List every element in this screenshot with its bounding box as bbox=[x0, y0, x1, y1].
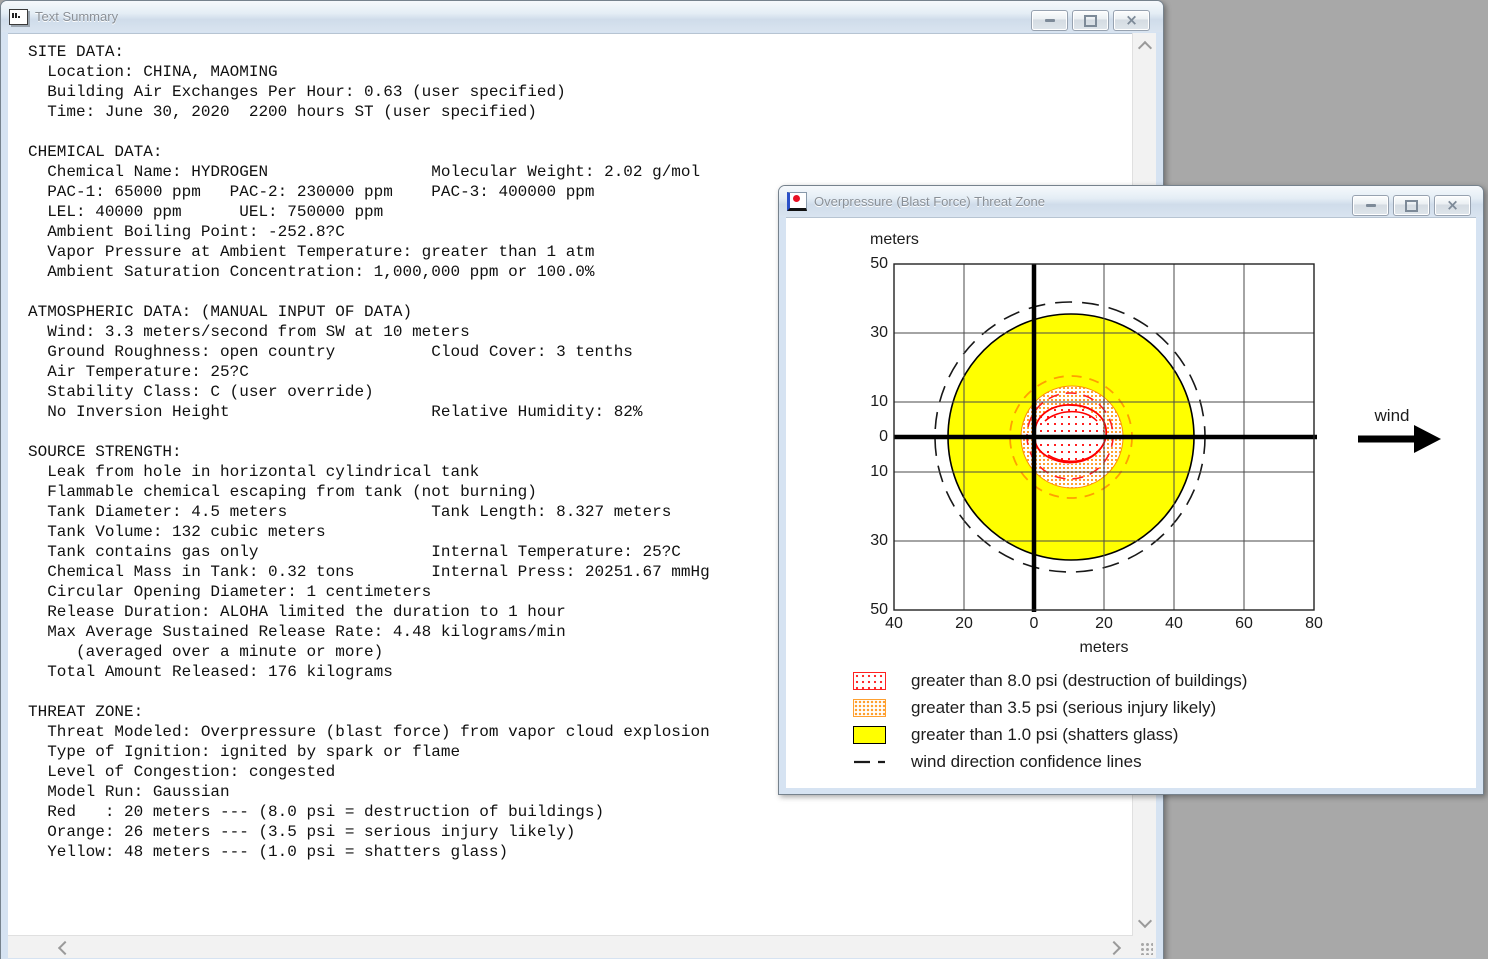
minimize-icon bbox=[1365, 204, 1376, 207]
legend-item-yellow: greater than 1.0 psi (shatters glass) bbox=[853, 725, 1247, 744]
x-tick-label: 60 bbox=[1235, 615, 1253, 632]
threat-zone-title: Overpressure (Blast Force) Threat Zone bbox=[814, 194, 1045, 209]
orange-zone-swatch bbox=[853, 698, 886, 717]
maximize-button[interactable] bbox=[1072, 10, 1109, 31]
x-tick-label: 40 bbox=[1165, 615, 1183, 632]
wind-label: wind bbox=[1374, 406, 1410, 425]
scrollbar-corner bbox=[1133, 936, 1156, 958]
y-tick-label: 10 bbox=[870, 393, 888, 410]
resize-grip[interactable] bbox=[1140, 942, 1153, 955]
x-tick-label: 0 bbox=[1029, 615, 1039, 632]
x-axis-unit-label: meters bbox=[1079, 639, 1129, 656]
legend-label: wind direction confidence lines bbox=[911, 751, 1142, 771]
minimize-button[interactable] bbox=[1352, 195, 1389, 216]
x-tick-label: 20 bbox=[955, 615, 973, 632]
x-tick-label: 20 bbox=[1095, 615, 1113, 632]
close-icon: × bbox=[1446, 196, 1459, 214]
text-summary-title: Text Summary bbox=[35, 9, 119, 24]
scroll-left-icon[interactable] bbox=[57, 940, 73, 956]
text-summary-titlebar[interactable]: Text Summary × bbox=[1, 1, 1163, 32]
minimize-icon bbox=[1044, 19, 1055, 22]
y-tick-label: 50 bbox=[870, 255, 888, 272]
red-zone-swatch bbox=[853, 671, 886, 690]
scroll-down-icon[interactable] bbox=[1137, 913, 1153, 929]
wind-arrow-icon bbox=[1358, 425, 1441, 453]
legend-item-red: greater than 8.0 psi (destruction of bui… bbox=[853, 671, 1247, 690]
threat-zone-titlebar[interactable]: Overpressure (Blast Force) Threat Zone × bbox=[779, 186, 1483, 217]
y-tick-label: 10 bbox=[870, 463, 888, 480]
y-tick-label: 0 bbox=[879, 428, 888, 445]
desktop-background: Text Summary × SITE DATA: Location: CHIN… bbox=[0, 0, 1488, 959]
chart-legend: greater than 8.0 psi (destruction of bui… bbox=[853, 671, 1247, 779]
y-axis-unit-label: meters bbox=[870, 231, 919, 248]
threat-zone-window: Overpressure (Blast Force) Threat Zone × bbox=[778, 185, 1484, 795]
maximize-icon bbox=[1084, 14, 1097, 27]
close-icon: × bbox=[1125, 11, 1138, 29]
yellow-zone-swatch bbox=[853, 725, 886, 744]
x-tick-label: 40 bbox=[885, 615, 903, 632]
x-tick-label: 80 bbox=[1305, 615, 1323, 632]
legend-label: greater than 1.0 psi (shatters glass) bbox=[911, 724, 1179, 744]
maximize-icon bbox=[1405, 199, 1418, 212]
y-tick-label: 30 bbox=[870, 324, 888, 341]
legend-item-orange: greater than 3.5 psi (serious injury lik… bbox=[853, 698, 1247, 717]
close-button[interactable]: × bbox=[1434, 195, 1471, 216]
text-summary-window-icon bbox=[9, 8, 28, 25]
text-summary-text: SITE DATA: Location: CHINA, MAOMING Buil… bbox=[28, 43, 710, 861]
y-tick-label: 30 bbox=[870, 532, 888, 549]
scroll-up-icon[interactable] bbox=[1137, 40, 1153, 56]
horizontal-scrollbar[interactable] bbox=[8, 935, 1133, 958]
close-button[interactable]: × bbox=[1113, 10, 1150, 31]
threat-zone-window-icon bbox=[787, 192, 807, 211]
threat-zone-plot-area: meters meters 50 30 10 0 10 30 50 40 20 … bbox=[786, 217, 1476, 788]
legend-item-wind-confidence: wind direction confidence lines bbox=[853, 752, 1247, 771]
scroll-right-icon[interactable] bbox=[1106, 940, 1122, 956]
minimize-button[interactable] bbox=[1031, 10, 1068, 31]
dashed-line-swatch bbox=[854, 760, 893, 764]
maximize-button[interactable] bbox=[1393, 195, 1430, 216]
legend-label: greater than 8.0 psi (destruction of bui… bbox=[911, 670, 1248, 690]
legend-label: greater than 3.5 psi (serious injury lik… bbox=[911, 697, 1217, 717]
